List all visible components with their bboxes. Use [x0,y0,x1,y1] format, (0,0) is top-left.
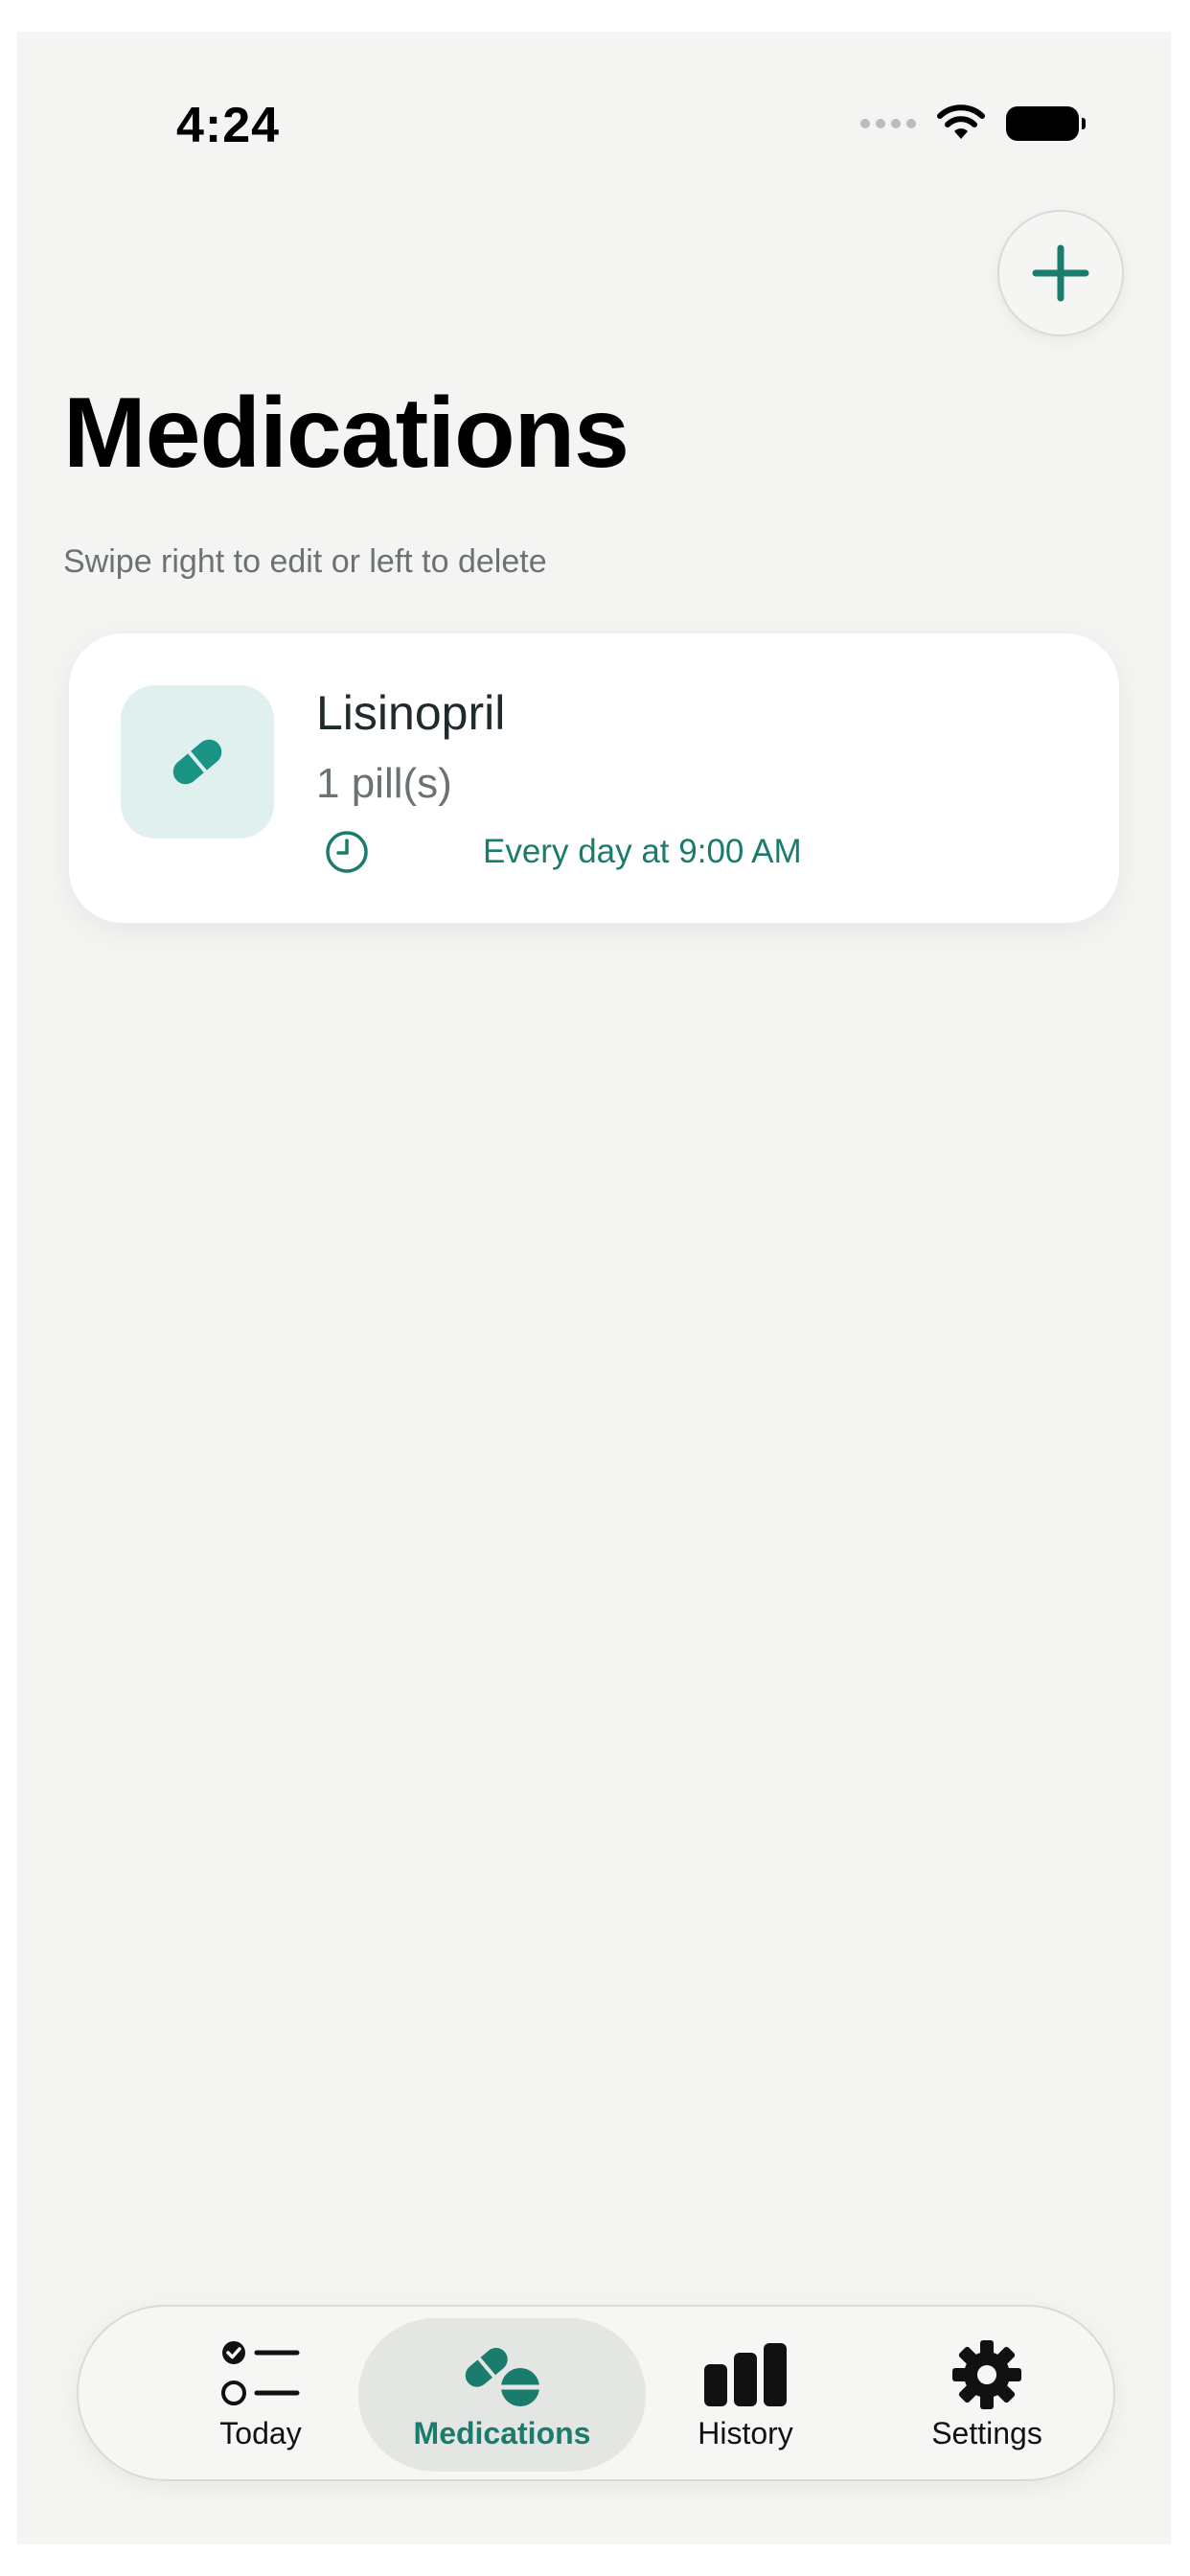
swipe-hint: Swipe right to edit or left to delete [63,543,547,580]
bar-chart-icon [704,2343,787,2406]
medication-name: Lisinopril [316,686,506,740]
clock-icon [326,831,368,873]
status-time: 4:24 [176,98,281,153]
tab-label-settings: Settings [931,2416,1042,2450]
pill-icon [172,739,222,785]
tab-label-medications: Medications [413,2416,591,2450]
checklist-icon [221,2341,300,2405]
plus-icon [1032,244,1089,302]
tab-settings[interactable]: Settings [843,2318,1131,2472]
add-medication-button[interactable] [997,210,1124,336]
medication-card[interactable]: Lisinopril 1 pill(s) Every day at 9:00 A… [69,633,1119,923]
medication-dose: 1 pill(s) [316,760,452,807]
pills-icon [465,2348,539,2406]
cellular-signal-icon [860,119,916,128]
tab-label-history: History [698,2416,793,2450]
tab-bar: Today Medications History Settings [77,2305,1115,2481]
medications-screen: 4:24 Medications Swipe right to edit or … [17,32,1171,2544]
battery-icon [1006,106,1086,141]
page-title: Medications [63,378,629,489]
wifi-icon [937,104,985,139]
status-icons [860,104,1086,143]
medication-schedule: Every day at 9:00 AM [483,833,802,870]
tab-label-today: Today [219,2416,302,2450]
medication-icon-tile [121,685,274,839]
gear-icon [952,2340,1021,2409]
